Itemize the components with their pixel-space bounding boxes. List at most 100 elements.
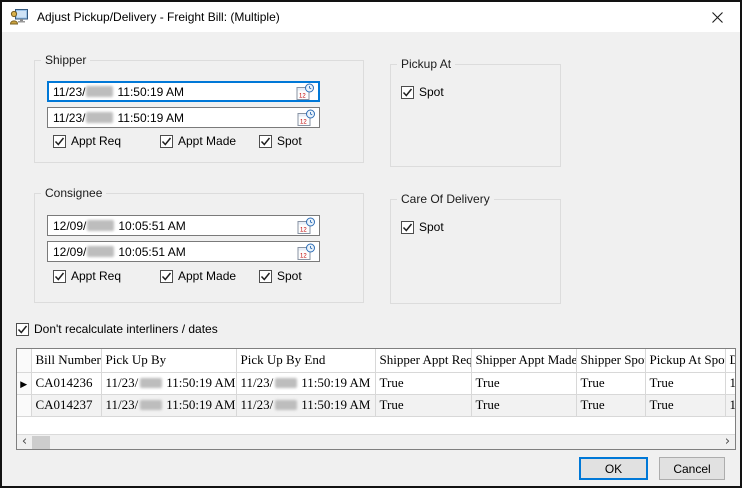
- checkbox-label: Appt Made: [178, 134, 236, 148]
- col-deliver-by[interactable]: Deliver By: [725, 349, 736, 372]
- checkbox-checked-icon: [401, 86, 414, 99]
- horizontal-scrollbar[interactable]: ‹ ›: [17, 434, 735, 449]
- cell-deliver-by[interactable]: 12/09/: [725, 394, 736, 416]
- col-pickup-at-spot[interactable]: Pickup At Spot: [645, 349, 725, 372]
- redacted-year: [140, 400, 162, 410]
- cell-shipper-appt-made[interactable]: True: [471, 372, 576, 394]
- checkbox-checked-icon: [16, 323, 29, 336]
- title-bar[interactable]: Adjust Pickup/Delivery - Freight Bill: (…: [2, 2, 740, 32]
- cell-pick-up-by[interactable]: 11/23/11:50:19 AM: [101, 372, 236, 394]
- dont-recalculate-checkbox[interactable]: Don't recalculate interliners / dates: [16, 322, 218, 336]
- window-title: Adjust Pickup/Delivery - Freight Bill: (…: [37, 10, 280, 24]
- datetime-value: 11/23/11:50:19 AM: [53, 111, 184, 125]
- datetime-value: 12/09/10:05:51 AM: [53, 219, 186, 233]
- col-shipper-appt-req[interactable]: Shipper Appt Req: [375, 349, 471, 372]
- table-row[interactable]: CA014237 11/23/11:50:19 AM 11/23/11:50:1…: [17, 394, 736, 416]
- close-icon: [712, 12, 723, 23]
- datetime-picker-icon[interactable]: 12: [296, 83, 315, 100]
- freight-bill-grid: Bill Number Pick Up By Pick Up By End Sh…: [16, 348, 736, 450]
- care-of-delivery-group: Care Of Delivery Spot: [390, 199, 561, 304]
- adjust-pickup-delivery-dialog: Adjust Pickup/Delivery - Freight Bill: (…: [0, 0, 742, 488]
- scroll-right-icon[interactable]: ›: [720, 435, 735, 449]
- svg-text:12: 12: [299, 93, 306, 99]
- cell-shipper-appt-req[interactable]: True: [375, 394, 471, 416]
- cell-pick-up-by-end[interactable]: 11/23/11:50:19 AM: [236, 372, 375, 394]
- redacted-year: [275, 400, 297, 410]
- checkbox-checked-icon: [259, 135, 272, 148]
- shipper-spot-checkbox[interactable]: Spot: [259, 134, 302, 148]
- pickup-at-spot-checkbox[interactable]: Spot: [401, 85, 444, 99]
- consignee-appt-made-checkbox[interactable]: Appt Made: [160, 269, 236, 283]
- row-selector-cell[interactable]: ▶: [17, 372, 31, 394]
- checkbox-checked-icon: [160, 270, 173, 283]
- redacted-year: [140, 378, 162, 388]
- cell-bill-number[interactable]: CA014236: [31, 372, 101, 394]
- table-row[interactable]: ▶ CA014236 11/23/11:50:19 AM 11/23/11:50…: [17, 372, 736, 394]
- shipper-appt-made-checkbox[interactable]: Appt Made: [160, 134, 236, 148]
- redacted-year: [87, 246, 114, 257]
- checkbox-label: Spot: [419, 220, 444, 234]
- cell-deliver-by[interactable]: 12/09/: [725, 372, 736, 394]
- grid-header-row: Bill Number Pick Up By Pick Up By End Sh…: [17, 349, 736, 372]
- shipper-group-label: Shipper: [41, 53, 90, 67]
- checkbox-label: Spot: [277, 269, 302, 283]
- cell-shipper-spot[interactable]: True: [576, 372, 645, 394]
- close-button[interactable]: [695, 2, 740, 32]
- shipper-appt-req-checkbox[interactable]: Appt Req: [53, 134, 121, 148]
- scrollbar-thumb[interactable]: [32, 436, 50, 449]
- datetime-value: 11/23/11:50:19 AM: [53, 85, 184, 99]
- consignee-group: Consignee 12/09/10:05:51 AM 12 12/09/10:…: [34, 193, 364, 303]
- checkbox-label: Spot: [277, 134, 302, 148]
- col-shipper-appt-made[interactable]: Shipper Appt Made: [471, 349, 576, 372]
- checkbox-checked-icon: [160, 135, 173, 148]
- cell-pick-up-by-end[interactable]: 11/23/11:50:19 AM: [236, 394, 375, 416]
- col-pick-up-by[interactable]: Pick Up By: [101, 349, 236, 372]
- consignee-deliver-by-end-input[interactable]: 12/09/10:05:51 AM 12: [47, 241, 320, 262]
- pickup-at-group-label: Pickup At: [397, 57, 455, 71]
- care-of-delivery-spot-checkbox[interactable]: Spot: [401, 220, 444, 234]
- checkbox-label: Don't recalculate interliners / dates: [34, 322, 218, 336]
- cell-pickup-at-spot[interactable]: True: [645, 372, 725, 394]
- redacted-year: [86, 86, 113, 97]
- cell-bill-number[interactable]: CA014237: [31, 394, 101, 416]
- cancel-button[interactable]: Cancel: [659, 457, 725, 480]
- datetime-value: 12/09/10:05:51 AM: [53, 245, 186, 259]
- grid-selector-header[interactable]: [17, 349, 31, 372]
- datetime-picker-icon[interactable]: 12: [297, 243, 316, 260]
- shipper-pickup-by-end-input[interactable]: 11/23/11:50:19 AM 12: [47, 107, 320, 128]
- consignee-appt-req-checkbox[interactable]: Appt Req: [53, 269, 121, 283]
- checkbox-label: Appt Req: [71, 269, 121, 283]
- checkbox-checked-icon: [53, 135, 66, 148]
- cell-shipper-appt-made[interactable]: True: [471, 394, 576, 416]
- shipper-pickup-by-input[interactable]: 11/23/11:50:19 AM 12: [47, 81, 320, 102]
- datetime-picker-icon[interactable]: 12: [297, 109, 316, 126]
- redacted-year: [86, 112, 113, 123]
- checkbox-checked-icon: [401, 221, 414, 234]
- redacted-year: [275, 378, 297, 388]
- ok-button[interactable]: OK: [579, 457, 648, 480]
- row-selector-cell[interactable]: [17, 394, 31, 416]
- consignee-deliver-by-input[interactable]: 12/09/10:05:51 AM 12: [47, 215, 320, 236]
- col-shipper-spot[interactable]: Shipper Spot: [576, 349, 645, 372]
- current-row-arrow: ▶: [20, 379, 27, 389]
- cell-pickup-at-spot[interactable]: True: [645, 394, 725, 416]
- svg-text:12: 12: [300, 227, 307, 233]
- shipper-group: Shipper 11/23/11:50:19 AM 12 11/23/11:50…: [34, 60, 364, 163]
- col-bill-number[interactable]: Bill Number: [31, 349, 101, 372]
- consignee-group-label: Consignee: [41, 186, 106, 200]
- checkbox-label: Appt Made: [178, 269, 236, 283]
- svg-text:12: 12: [300, 253, 307, 259]
- pickup-at-group: Pickup At Spot: [390, 64, 561, 167]
- consignee-spot-checkbox[interactable]: Spot: [259, 269, 302, 283]
- scroll-left-icon[interactable]: ‹: [17, 435, 32, 449]
- datetime-picker-icon[interactable]: 12: [297, 217, 316, 234]
- cell-pick-up-by[interactable]: 11/23/11:50:19 AM: [101, 394, 236, 416]
- app-icon: [10, 9, 28, 25]
- col-pick-up-by-end[interactable]: Pick Up By End: [236, 349, 375, 372]
- cell-shipper-spot[interactable]: True: [576, 394, 645, 416]
- svg-text:12: 12: [300, 119, 307, 125]
- cell-shipper-appt-req[interactable]: True: [375, 372, 471, 394]
- checkbox-checked-icon: [53, 270, 66, 283]
- checkbox-checked-icon: [259, 270, 272, 283]
- care-of-delivery-group-label: Care Of Delivery: [397, 192, 494, 206]
